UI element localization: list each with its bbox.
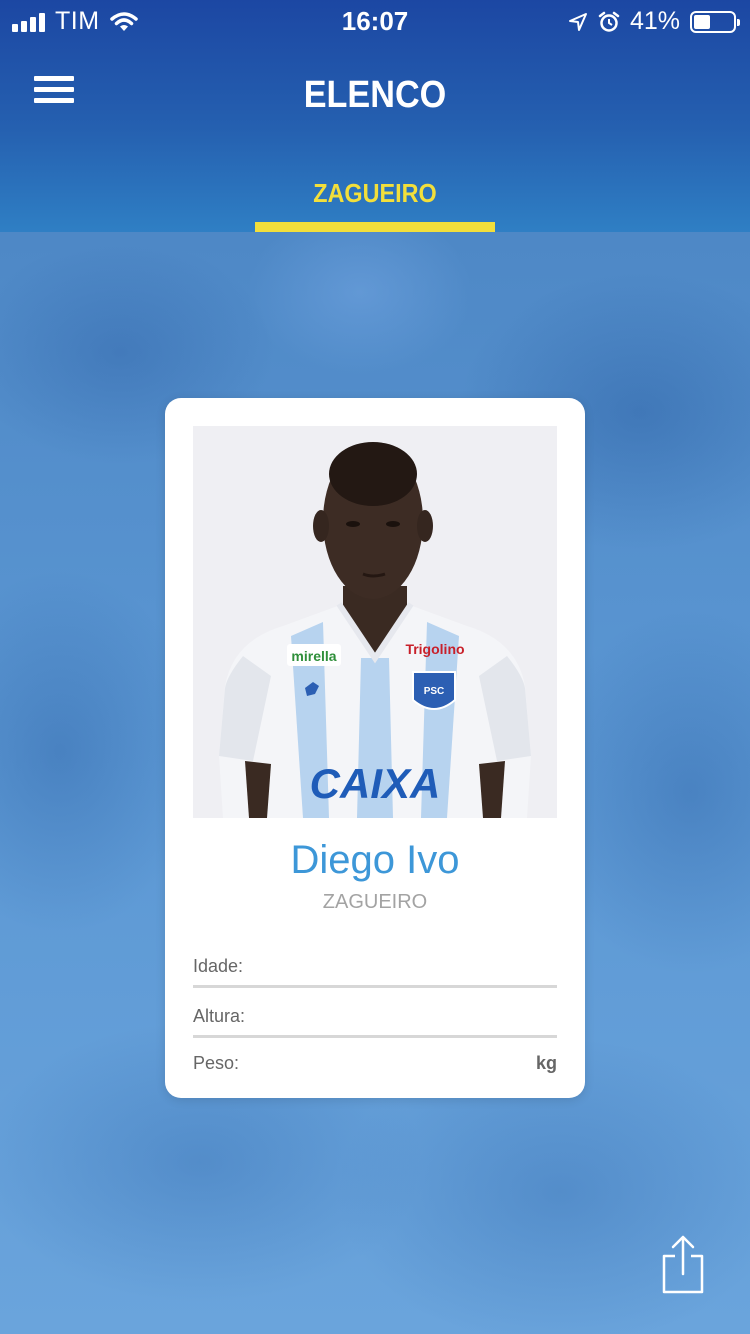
height-field: Altura: (193, 988, 557, 1038)
sponsor-left-text: mirella (291, 648, 336, 664)
battery-icon (690, 10, 740, 33)
page-title: ELENCO (303, 74, 447, 116)
battery-level-fill (694, 14, 710, 29)
player-name: Diego Ivo (290, 838, 460, 882)
age-field: Idade: (193, 938, 557, 988)
tab-label: ZAGUEIRO (313, 178, 437, 208)
alarm-icon (598, 11, 620, 32)
app-header: TIM 16:07 41% ELENCO ZAGUEIRO (0, 0, 750, 232)
player-photo: mirella Trigolino PSC CAIXA (193, 426, 557, 818)
status-bar: TIM 16:07 41% (0, 0, 750, 40)
tab-active-indicator (255, 222, 495, 232)
player-photo-illustration: mirella Trigolino PSC CAIXA (219, 442, 531, 818)
weight-label: Peso: (193, 1053, 240, 1073)
main-sponsor-text: CAIXA (310, 760, 441, 807)
sponsor-right-text: Trigolino (405, 641, 464, 657)
battery-percent: 41% (629, 7, 680, 35)
player-card[interactable]: mirella Trigolino PSC CAIXA Diego Ivo ZA… (165, 398, 585, 1098)
player-position: ZAGUEIRO (322, 891, 428, 913)
crest-text: PSC (424, 686, 445, 697)
age-label: Idade: (193, 956, 244, 976)
share-icon[interactable] (660, 1234, 706, 1296)
height-label: Altura: (193, 1006, 246, 1026)
location-arrow-icon (568, 12, 587, 31)
weight-unit: kg (535, 1053, 557, 1073)
weight-field: Peso: kg (193, 1035, 557, 1085)
tab-zagueiro[interactable]: ZAGUEIRO (255, 166, 495, 232)
